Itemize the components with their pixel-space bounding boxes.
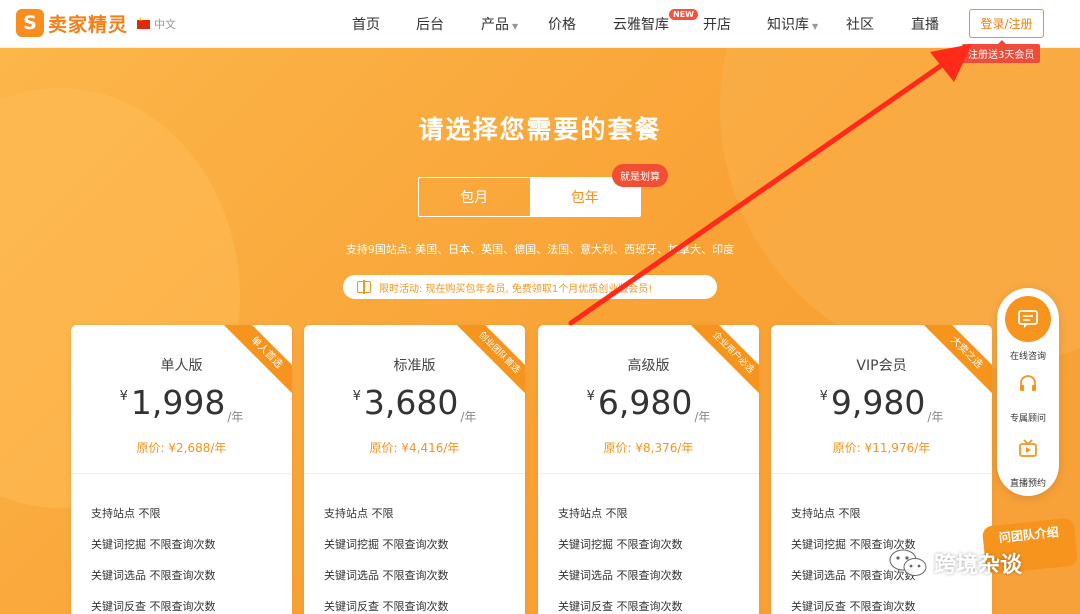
feature-item: 关键词反查 不限查询次数: [324, 600, 449, 613]
nav-community[interactable]: 社区: [846, 14, 874, 34]
nav-pricing[interactable]: 价格: [548, 14, 576, 34]
plan-name: 单人版: [160, 358, 203, 374]
feature-item: 支持站点 不限: [558, 507, 628, 520]
feature-item: 关键词反查 不限查询次数: [558, 600, 683, 613]
nav-knowledge[interactable]: 知识库 ▼: [767, 14, 818, 34]
billing-toggle: 包月 包年: [418, 177, 641, 217]
feature-item: 关键词反查 不限查询次数: [91, 600, 216, 613]
deal-badge: 就是划算: [612, 164, 668, 187]
online-consult-button[interactable]: [1005, 296, 1051, 342]
currency-symbol: ¥: [352, 389, 361, 404]
nav-products[interactable]: 产品 ▼: [481, 14, 518, 34]
plan-name: 标准版: [393, 358, 436, 374]
language-switch[interactable]: 中文: [137, 16, 176, 32]
supported-sites: 支持9国站点: 美国、日本、英国、德国、法国、意大利、西班牙、加拿大、印度: [345, 243, 735, 256]
divider: [71, 473, 292, 474]
chevron-down-icon: ▼: [812, 22, 819, 31]
nav-products-label: 产品: [481, 17, 509, 33]
watermark: 跨境杂谈: [888, 547, 1022, 579]
new-badge: NEW: [669, 9, 698, 20]
language-label: 中文: [154, 18, 176, 31]
chat-icon: [1018, 310, 1038, 328]
plan-price: 9,980: [830, 383, 926, 422]
original-price: 原价: ¥11,976/年: [832, 441, 931, 455]
divider: [538, 473, 759, 474]
promo-banner[interactable]: 限时活动: 现在购买包年会员, 免费领取1个月优质创业版会员!: [343, 275, 717, 299]
currency-symbol: ¥: [819, 389, 828, 404]
feature-item: 支持站点 不限: [91, 507, 161, 520]
feature-item: 关键词选品 不限查询次数: [324, 569, 449, 582]
logo-mark-icon: S: [16, 9, 44, 37]
promo-text: 限时活动: 现在购买包年会员, 免费领取1个月优质创业版会员!: [379, 283, 653, 295]
plan-price: 6,980: [597, 383, 693, 422]
plan-card-advanced[interactable]: 企业用户必选 高级版 ¥ 6,980 /年 原价: ¥8,376/年 支持站点 …: [538, 325, 759, 614]
tab-monthly[interactable]: 包月: [419, 178, 530, 216]
nav-think-tank[interactable]: 云雅智库: [613, 14, 669, 34]
plan-card-standard[interactable]: 创业团队首选 标准版 ¥ 3,680 /年 原价: ¥4,416/年 支持站点 …: [304, 325, 525, 614]
price-unit: /年: [227, 410, 244, 424]
divider: [304, 473, 525, 474]
chevron-down-icon: ▼: [512, 22, 519, 31]
advisor-label: 专属顾问: [1009, 414, 1046, 424]
logo[interactable]: S 卖家精灵: [16, 9, 128, 37]
feature-item: 关键词选品 不限查询次数: [91, 569, 216, 582]
currency-symbol: ¥: [119, 389, 128, 404]
feature-item: 关键词挖掘 不限查询次数: [558, 538, 683, 551]
top-header: S 卖家精灵 中文 首页 后台 产品▼ 价格 云雅智库 NEW 开店 知识库▼ …: [0, 0, 1080, 48]
logo-text: 卖家精灵: [48, 13, 129, 36]
price-unit: /年: [694, 410, 711, 424]
china-flag-icon: [137, 16, 150, 29]
page-title: 请选择您需要的套餐: [418, 115, 662, 144]
nav-backend[interactable]: 后台: [416, 14, 444, 34]
headset-icon[interactable]: [1018, 374, 1038, 394]
currency-symbol: ¥: [586, 389, 595, 404]
live-tv-icon[interactable]: [1018, 439, 1038, 459]
online-consult-label: 在线咨询: [1009, 352, 1046, 362]
gift-icon: [357, 280, 371, 294]
price-row: ¥ 9,980 /年: [771, 383, 992, 425]
login-register-button[interactable]: 登录/注册: [969, 9, 1044, 38]
price-row: ¥ 1,998 /年: [71, 383, 292, 425]
feature-item: 关键词挖掘 不限查询次数: [324, 538, 449, 551]
price-unit: /年: [927, 410, 944, 424]
original-price: 原价: ¥4,416/年: [369, 441, 460, 455]
feature-item: 支持站点 不限: [791, 507, 861, 520]
feature-item: 关键词反查 不限查询次数: [791, 600, 916, 613]
plan-price: 3,680: [363, 383, 459, 422]
wechat-icon: [889, 549, 927, 576]
plan-card-single[interactable]: 单人首选 单人版 ¥ 1,998 /年 原价: ¥2,688/年 支持站点 不限…: [71, 325, 292, 614]
nav-live[interactable]: 直播: [911, 14, 939, 34]
nav-home[interactable]: 首页: [352, 14, 380, 34]
original-price: 原价: ¥2,688/年: [136, 441, 227, 455]
nav-open-store[interactable]: 开店: [703, 14, 731, 34]
divider: [771, 473, 992, 474]
feature-item: 支持站点 不限: [324, 507, 394, 520]
original-price: 原价: ¥8,376/年: [603, 441, 694, 455]
price-row: ¥ 3,680 /年: [304, 383, 525, 425]
plan-name: VIP会员: [856, 358, 907, 374]
nav-knowledge-label: 知识库: [767, 17, 809, 33]
feature-item: 关键词挖掘 不限查询次数: [91, 538, 216, 551]
watermark-text: 跨境杂谈: [934, 553, 1023, 578]
price-unit: /年: [460, 410, 477, 424]
plan-name: 高级版: [627, 358, 670, 374]
plan-price: 1,998: [130, 383, 226, 422]
live-booking-label: 直播预约: [1009, 479, 1046, 489]
price-row: ¥ 6,980 /年: [538, 383, 759, 425]
floating-service-panel: 在线咨询 专属顾问 直播预约: [997, 288, 1059, 496]
register-tip: 注册送3天会员: [962, 40, 1041, 63]
feature-item: 关键词选品 不限查询次数: [558, 569, 683, 582]
